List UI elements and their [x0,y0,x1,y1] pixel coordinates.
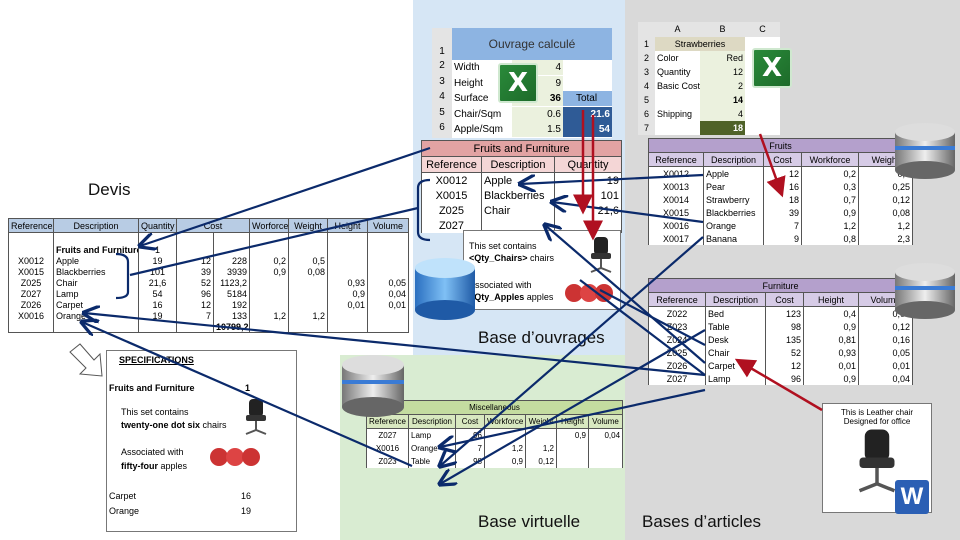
database-icon [895,263,955,319]
database-icon [415,258,475,320]
database-icon [342,355,404,417]
hollow-arrow [69,343,103,377]
database-icons [69,123,955,417]
database-icon [895,123,955,179]
